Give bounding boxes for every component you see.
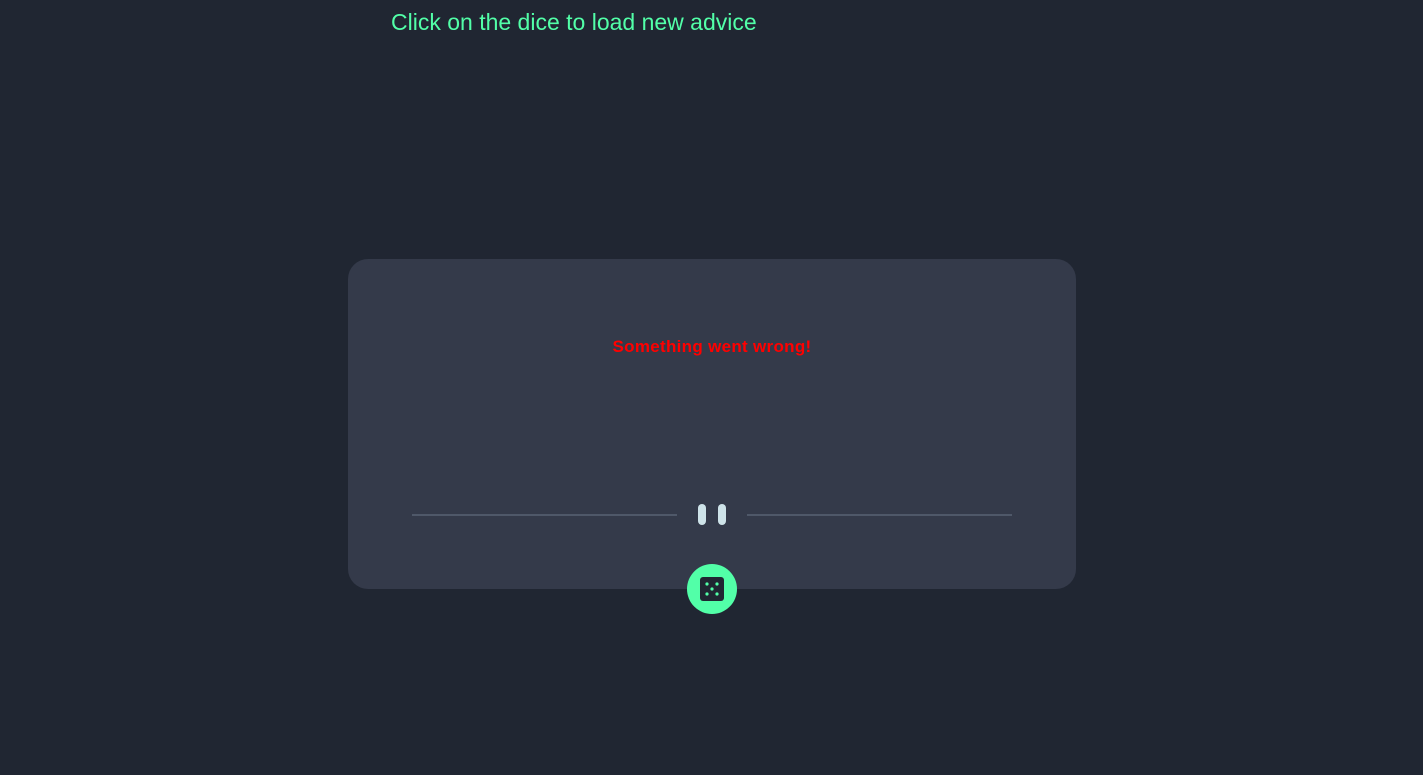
dice-button[interactable]: [687, 564, 737, 614]
divider-line-right: [747, 514, 1012, 516]
pause-bar-left: [698, 504, 706, 525]
pause-bar-right: [718, 504, 726, 525]
dice-icon: [700, 577, 724, 601]
pause-icon: [698, 504, 726, 526]
advice-card: Something went wrong!: [348, 259, 1076, 589]
instruction-text: Click on the dice to load new advice: [391, 9, 757, 35]
divider-line-left: [412, 514, 677, 516]
error-message: Something went wrong!: [612, 337, 812, 356]
